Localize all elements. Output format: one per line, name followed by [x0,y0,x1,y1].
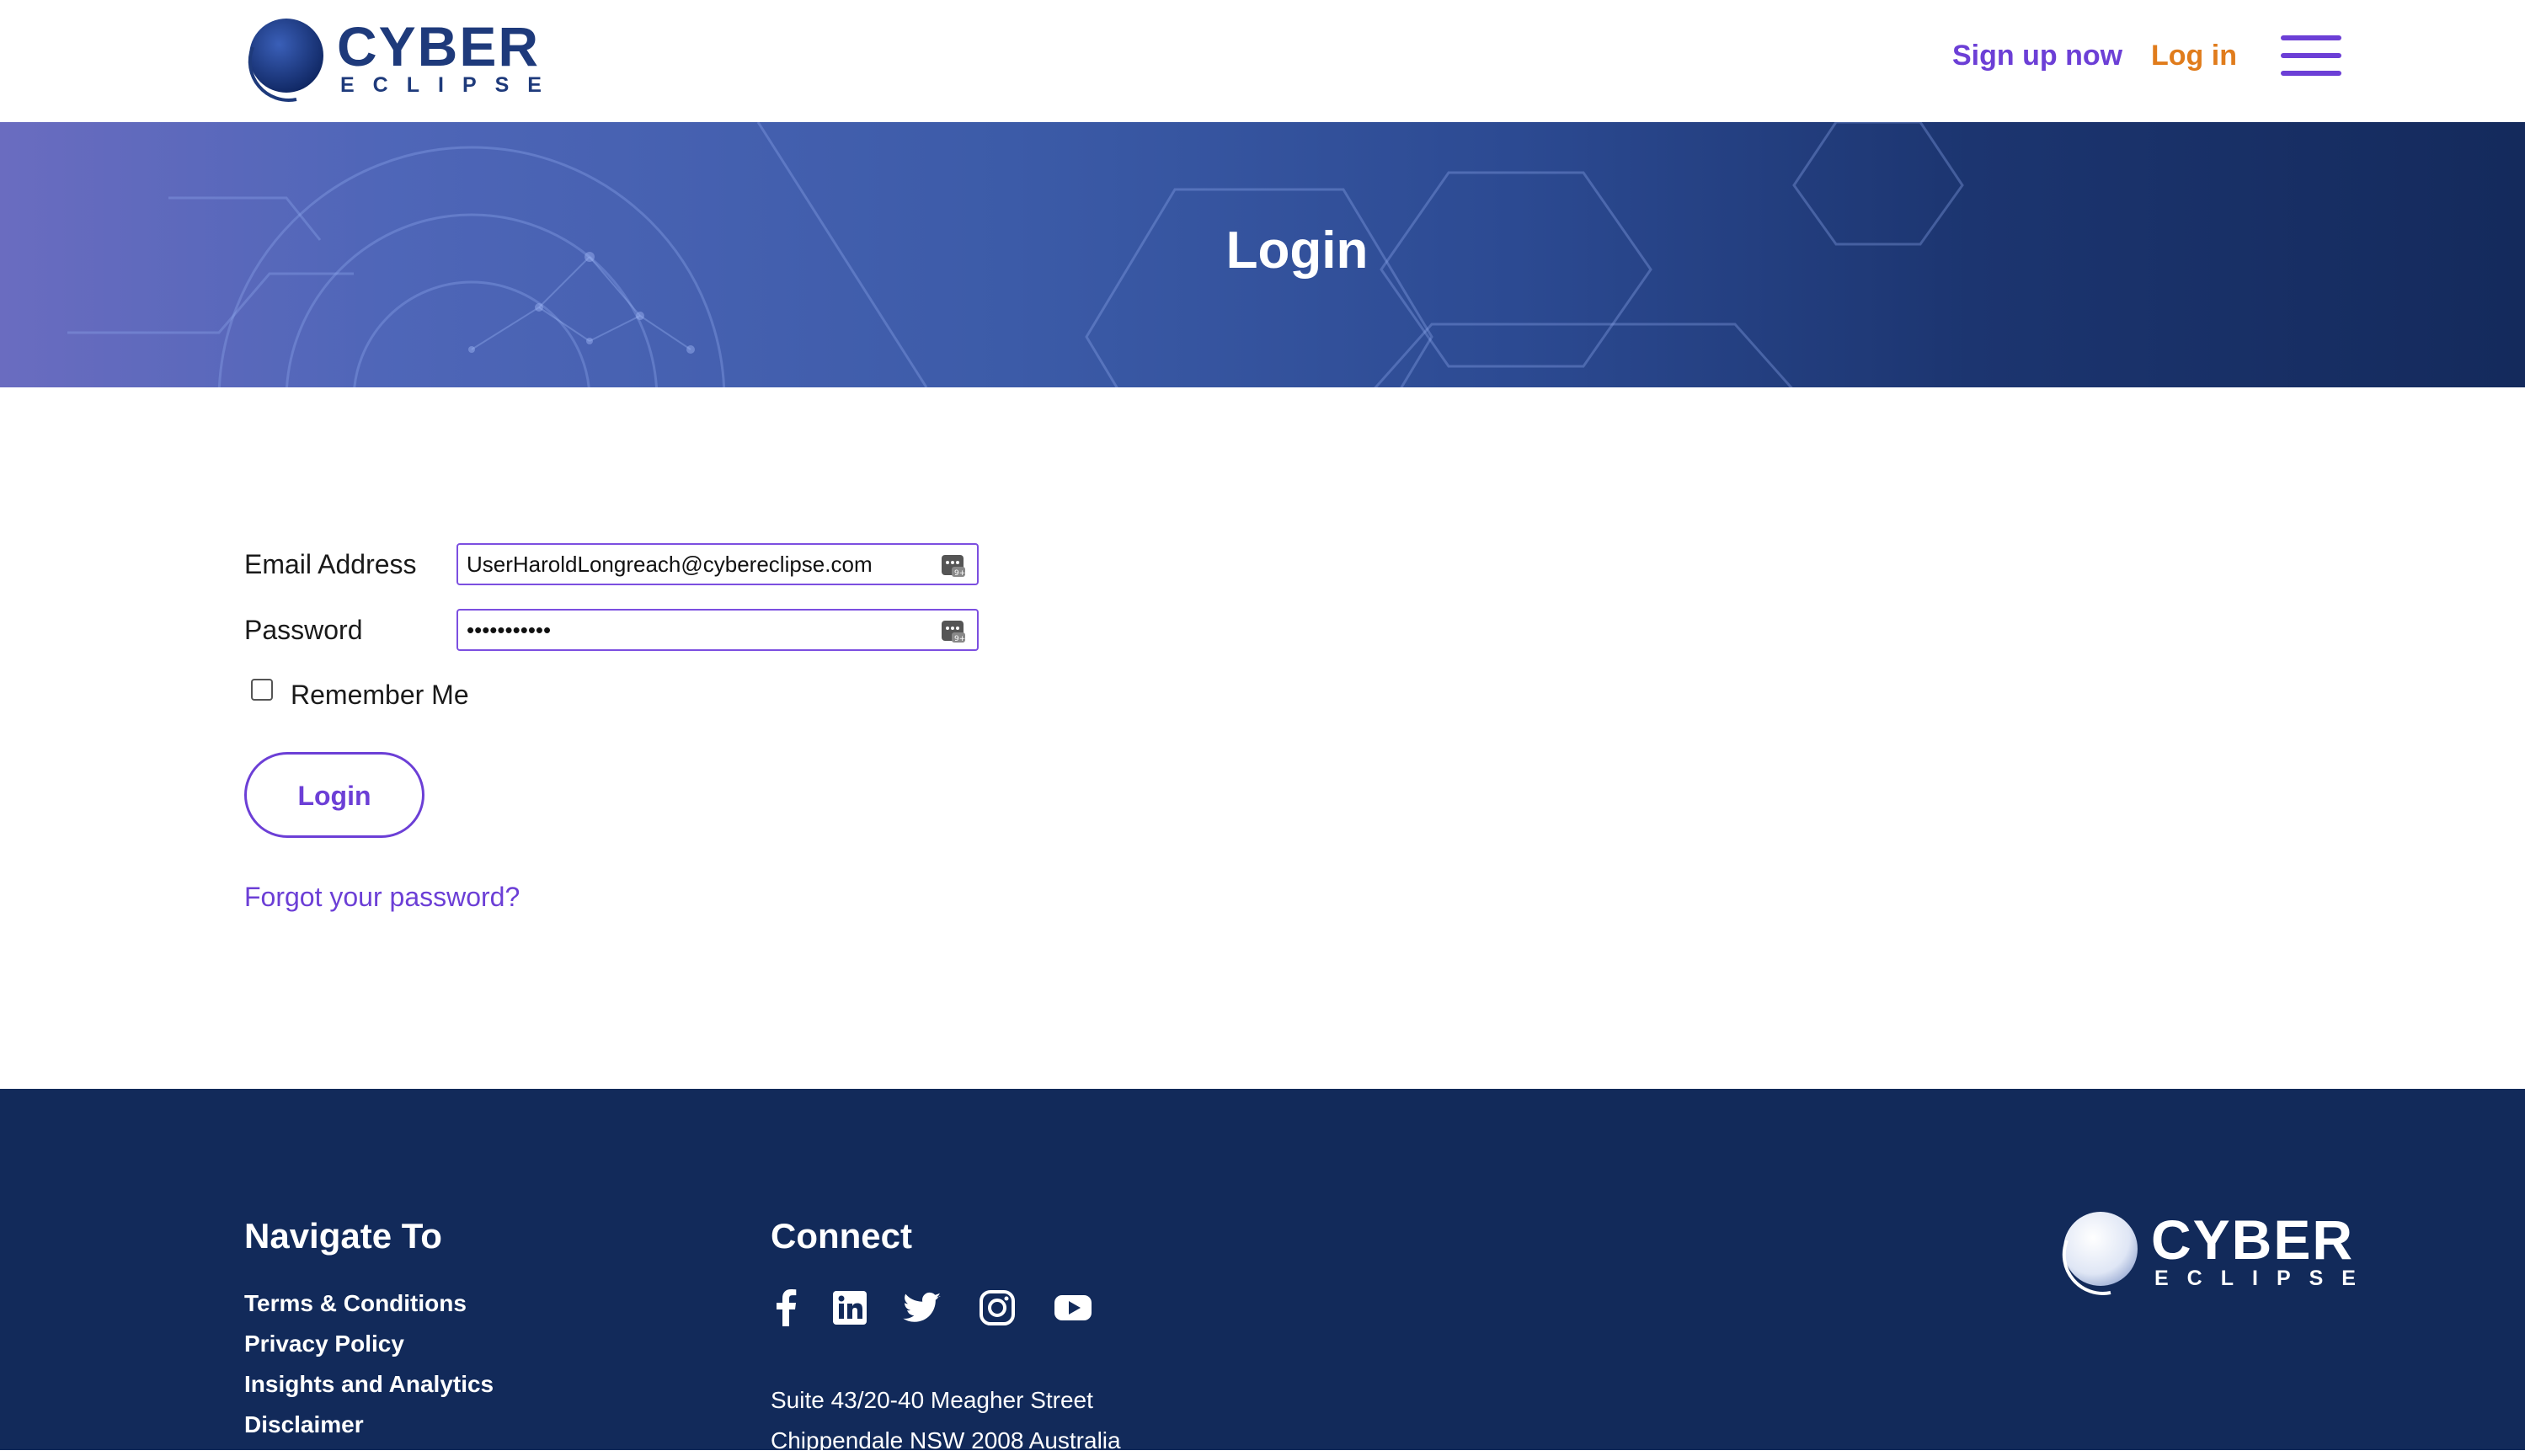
password-manager-icon[interactable]: 9+ [940,617,967,644]
password-label: Password [244,615,363,645]
linkedin-icon[interactable] [830,1288,870,1328]
email-label: Email Address [244,549,417,579]
forgot-password-link[interactable]: Forgot your password? [244,880,520,914]
eclipse-icon [2062,1212,2138,1295]
twitter-icon[interactable] [903,1288,943,1328]
eclipse-icon [248,19,323,102]
email-input[interactable] [458,545,938,584]
site-header: CYBER ECLIPSE Sign up now Log in [0,0,2525,122]
page-banner: Login [0,122,2525,387]
svg-text:9+: 9+ [954,635,965,643]
logo-subtitle: ECLIPSE [340,73,560,97]
footer-cyber-eclipse-logo[interactable]: CYBER ECLIPSE [2052,1207,2356,1299]
hamburger-menu-icon[interactable] [2281,34,2341,77]
password-manager-icon[interactable]: 9+ [940,552,967,579]
instagram-icon[interactable] [977,1288,1017,1328]
youtube-icon[interactable] [1053,1288,1093,1328]
connect-heading: Connect [771,1216,912,1256]
log-in-link[interactable]: Log in [2151,37,2237,74]
email-field[interactable]: 9+ [456,543,979,585]
navigate-to-heading: Navigate To [244,1216,442,1256]
facebook-icon[interactable] [766,1288,807,1328]
remember-me-checkbox[interactable] [251,679,273,701]
logo-wordmark: CYBER [2151,1208,2355,1271]
sign-up-link[interactable]: Sign up now [1952,37,2122,74]
password-input[interactable] [458,611,938,649]
logo-wordmark: CYBER [337,15,541,77]
address-line-1: Suite 43/20-40 Meagher Street [771,1387,1093,1413]
address-line-2: Chippendale NSW 2008 Australia [771,1427,1121,1453]
footer-link-privacy[interactable]: Privacy Policy [244,1329,404,1359]
logo-subtitle: ECLIPSE [2154,1267,2374,1290]
login-button[interactable]: Login [244,752,424,838]
remember-me-label: Remember Me [291,680,469,710]
footer-link-insights[interactable]: Insights and Analytics [244,1369,494,1400]
svg-text:9+: 9+ [954,569,965,578]
footer-link-terms[interactable]: Terms & Conditions [244,1288,467,1319]
footer-link-disclaimer[interactable]: Disclaimer [244,1410,364,1440]
password-field[interactable]: 9+ [456,609,979,651]
site-footer: Navigate To Terms & Conditions Privacy P… [0,1089,2525,1453]
page-title: Login [1225,221,1369,280]
cyber-eclipse-logo[interactable]: CYBER ECLIPSE [238,13,542,106]
